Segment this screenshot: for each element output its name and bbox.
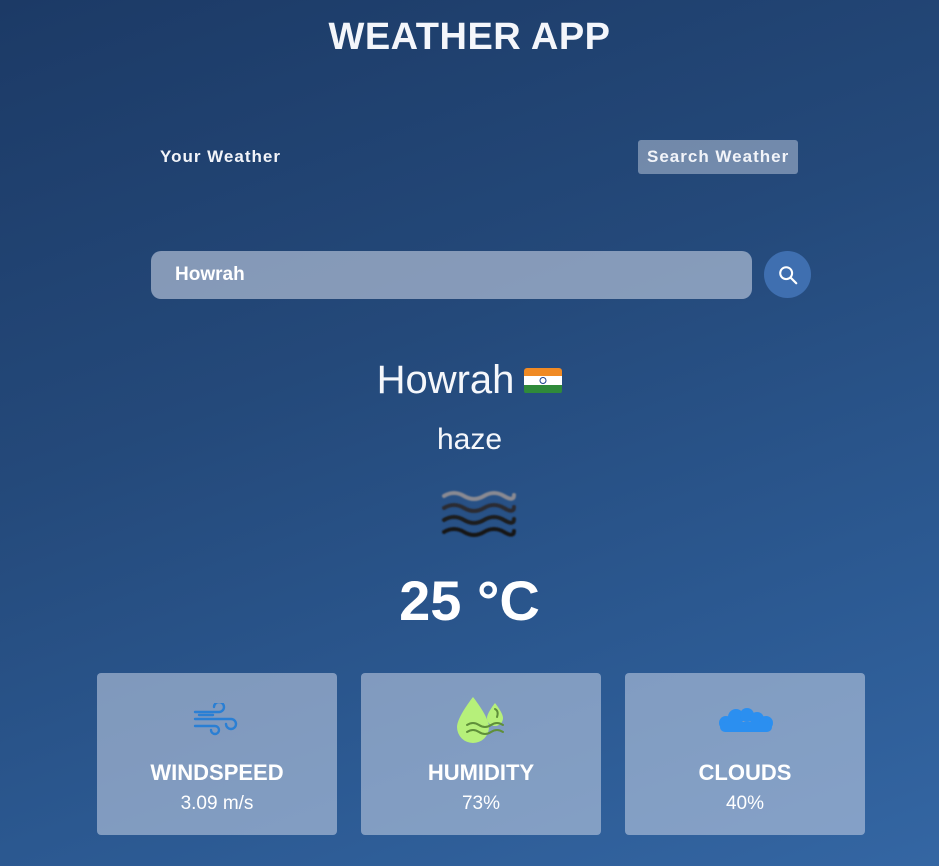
windspeed-title: WINDSPEED — [150, 760, 284, 785]
tab-search-weather[interactable]: Search Weather — [638, 140, 799, 174]
haze-icon — [438, 486, 518, 544]
humidity-icon — [457, 697, 504, 743]
weather-description: haze — [436, 423, 503, 456]
india-flag-icon — [524, 367, 563, 394]
app-title: WEATHER APP — [328, 16, 611, 58]
search-form — [151, 251, 811, 299]
search-icon — [778, 265, 797, 284]
humidity-card: HUMIDITY 73% — [361, 673, 601, 835]
search-input[interactable] — [151, 251, 752, 299]
windspeed-card: WINDSPEED 3.09 m/s — [97, 673, 337, 835]
wind-icon — [193, 703, 238, 736]
humidity-title: HUMIDITY — [427, 760, 535, 785]
cloud-icon — [719, 708, 773, 732]
humidity-value: 73% — [461, 793, 501, 814]
tab-your-weather[interactable]: Your Weather — [151, 140, 290, 174]
tab-bar: Your Weather Search Weather — [0, 140, 939, 174]
clouds-card: CLOUDS 40% — [625, 673, 865, 835]
temperature: 25 °C — [399, 569, 540, 632]
windspeed-value: 3.09 m/s — [180, 793, 254, 814]
city-row: Howrah — [0, 358, 939, 403]
clouds-title: CLOUDS — [698, 760, 792, 785]
city-name: Howrah — [376, 358, 515, 402]
weather-cards: WINDSPEED 3.09 m/s HUMIDITY 73% CLOUDS 4… — [97, 673, 865, 835]
search-button[interactable] — [764, 251, 811, 298]
clouds-value: 40% — [725, 793, 765, 814]
